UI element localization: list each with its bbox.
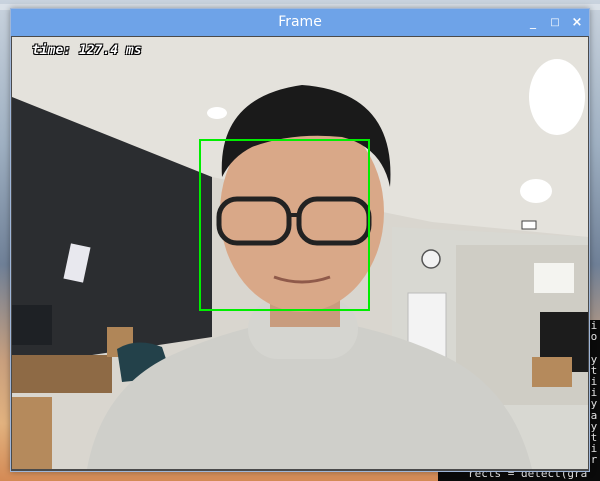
ceiling-spotlight [207, 107, 227, 119]
cardboard-box [532, 357, 572, 387]
wall-clock [421, 249, 441, 269]
minimize-button[interactable]: _ [523, 9, 543, 36]
window-title: Frame [278, 14, 322, 30]
left-cabinet [12, 397, 52, 469]
maximize-button[interactable]: □ [545, 9, 565, 36]
close-button[interactable]: × [567, 9, 587, 36]
exit-sign [521, 220, 537, 230]
timing-overlay: time: 127.4 ms [32, 43, 142, 58]
ceiling-light [529, 59, 585, 135]
frame-window[interactable]: Frame _ □ × time: 127.4 ms [10, 8, 590, 472]
window-titlebar[interactable]: Frame _ □ × [11, 9, 589, 36]
face-detection-box [199, 139, 370, 311]
left-monitor [12, 305, 52, 345]
wall-paper-sheet [534, 263, 574, 293]
left-desk [12, 355, 112, 393]
camera-frame: time: 127.4 ms [12, 37, 588, 469]
ceiling-light-small [520, 179, 552, 203]
